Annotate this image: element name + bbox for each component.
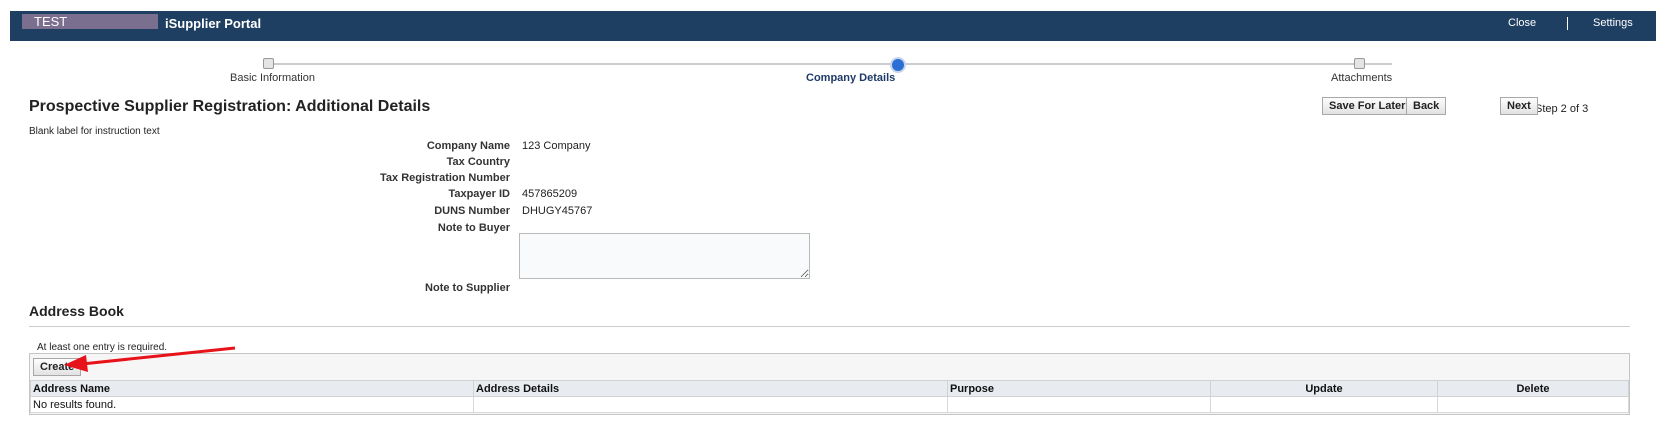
train-stop-company-details	[890, 57, 906, 73]
app-title: iSupplier Portal	[165, 16, 262, 31]
step-indicator: Step 2 of 3	[1535, 103, 1589, 115]
environment-label: TEST	[22, 14, 158, 29]
train-stop-attachments	[1354, 58, 1365, 69]
company-name-value: 123 Company	[522, 140, 591, 152]
page-title: Prospective Supplier Registration: Addit…	[29, 98, 431, 115]
taxpayer-id-label: Taxpayer ID	[448, 188, 510, 200]
annotation-arrow-icon	[64, 346, 236, 372]
table-cell	[1210, 396, 1438, 413]
table-cell	[1437, 396, 1629, 413]
save-for-later-button[interactable]: Save For Later	[1322, 97, 1413, 115]
header-separator	[1567, 17, 1568, 30]
table-row: No results found.	[30, 396, 1629, 413]
empty-results-text: No results found.	[30, 396, 474, 413]
note-to-supplier-label: Note to Supplier	[425, 282, 510, 294]
duns-number-label: DUNS Number	[434, 205, 510, 217]
global-header: TEST iSupplier Portal Close Settings	[10, 11, 1656, 41]
instruction-text: Blank label for instruction text	[29, 126, 160, 137]
table-cell	[473, 396, 948, 413]
note-to-buyer-label: Note to Buyer	[437, 222, 510, 234]
train-label-company-details: Company Details	[806, 72, 896, 84]
company-name-label: Company Name	[426, 140, 510, 152]
close-link[interactable]: Close	[1508, 17, 1536, 29]
col-address-name[interactable]: Address Name	[30, 380, 474, 397]
section-divider	[29, 326, 1630, 327]
taxpayer-id-value: 457865209	[522, 188, 578, 200]
table-cell	[947, 396, 1211, 413]
back-button[interactable]: Back	[1406, 97, 1447, 115]
tax-registration-number-label: Tax Registration Number	[380, 172, 510, 184]
tax-country-label: Tax Country	[446, 156, 510, 168]
address-table: Address Name Address Details Purpose Upd…	[30, 380, 1629, 413]
col-address-details[interactable]: Address Details	[473, 380, 948, 397]
duns-number-value: DHUGY45767	[522, 205, 593, 217]
col-purpose[interactable]: Purpose	[947, 380, 1211, 397]
note-to-buyer-textarea[interactable]	[519, 233, 810, 279]
col-delete: Delete	[1437, 380, 1629, 397]
settings-link[interactable]: Settings	[1593, 17, 1633, 29]
col-update: Update	[1210, 380, 1438, 397]
train-stop-basic-information[interactable]	[263, 58, 274, 69]
address-book-title: Address Book	[29, 303, 124, 319]
train-label-basic-information[interactable]: Basic Information	[230, 72, 315, 84]
train-label-attachments: Attachments	[1331, 72, 1393, 84]
next-button[interactable]: Next	[1500, 97, 1538, 115]
table-header-row: Address Name Address Details Purpose Upd…	[30, 380, 1629, 397]
train-progress-line	[274, 63, 1392, 65]
